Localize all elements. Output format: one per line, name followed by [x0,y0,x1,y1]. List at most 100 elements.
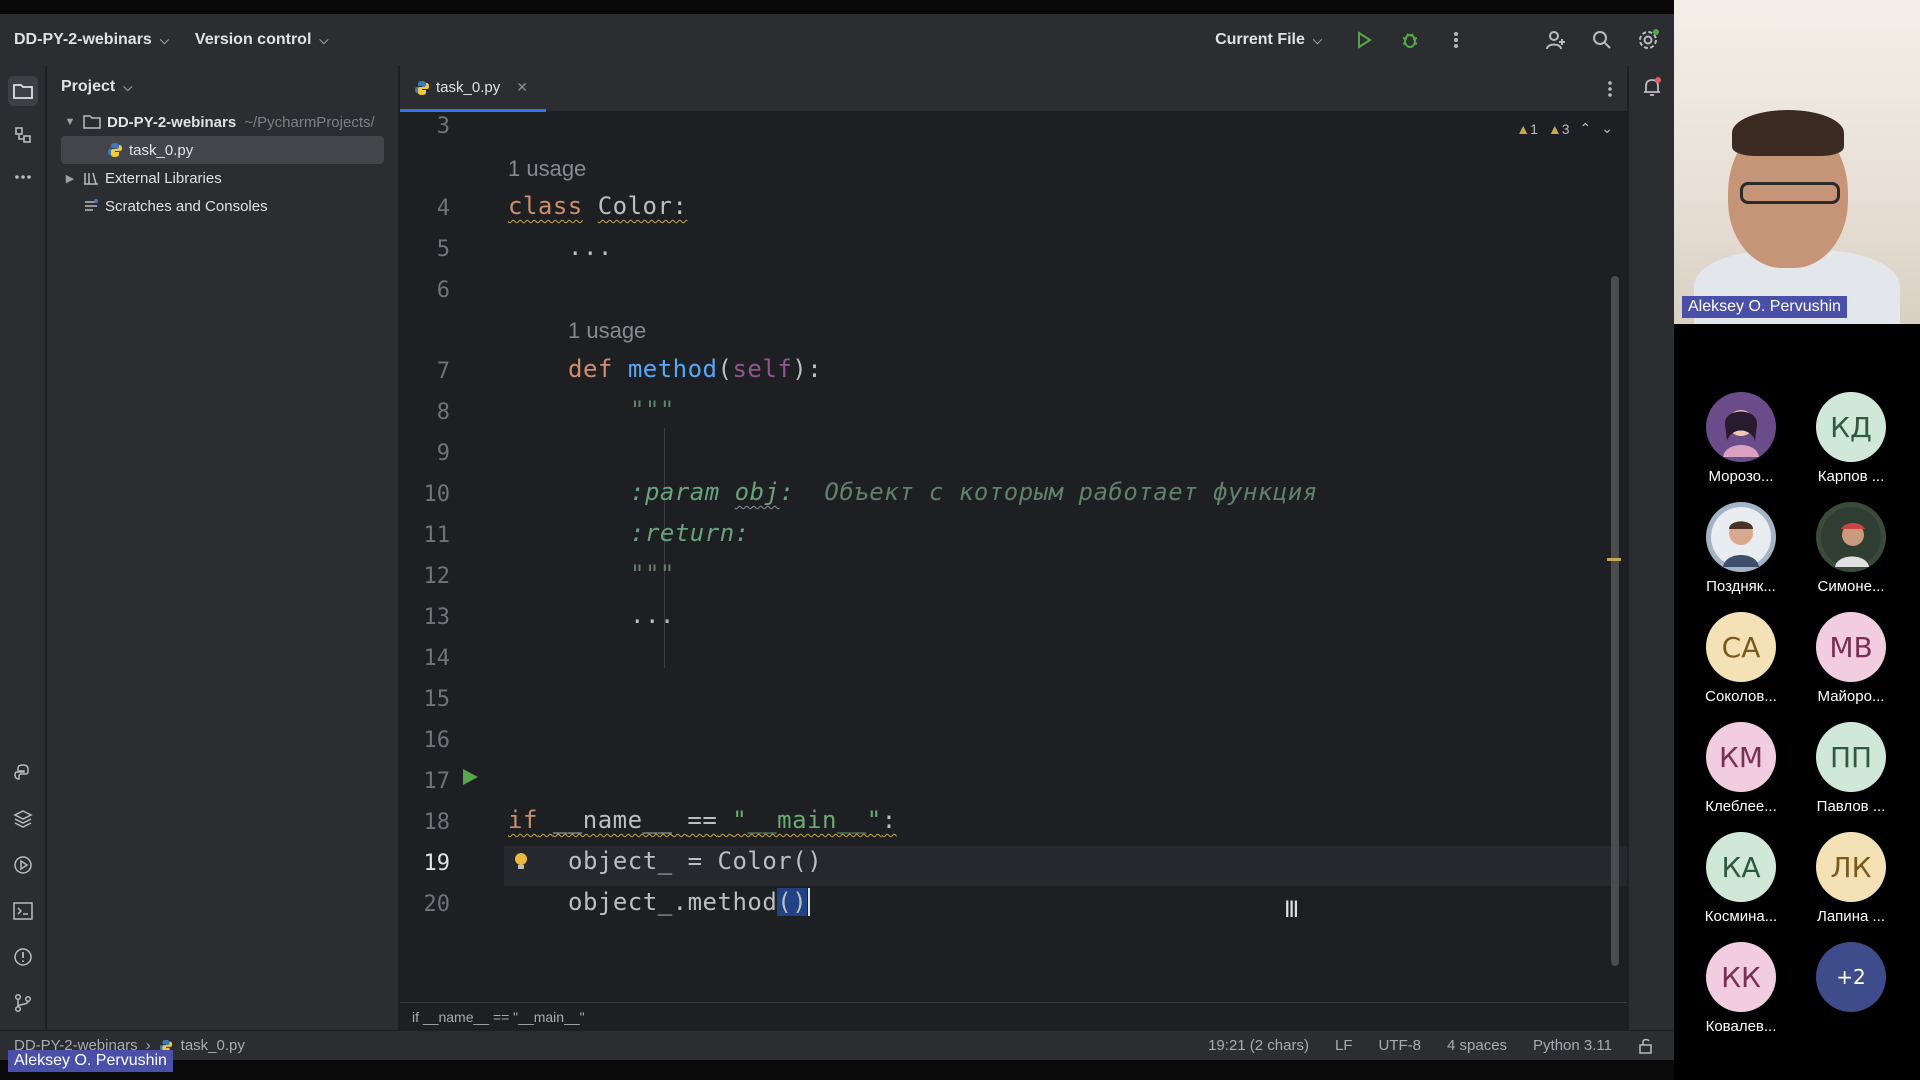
left-tool-strip [0,66,46,1030]
run-button[interactable] [1344,20,1384,60]
participant-tile[interactable]: СА Соколов... [1686,612,1796,705]
usage-hint: 1 usage [508,156,587,181]
run-gutter-button[interactable] [460,767,480,792]
unlock-icon[interactable] [1638,1038,1654,1054]
close-icon[interactable]: ✕ [516,79,528,96]
code-token: obj [734,478,780,506]
problems-indicator[interactable]: ▲1 ▲3 ⌃ ⌄ [1516,120,1613,137]
participant-tile[interactable]: МВ Майоро... [1796,612,1906,705]
warning-count: ▲1 [1516,120,1538,137]
search-button[interactable] [1582,20,1622,60]
code-line-5: ... [568,233,613,261]
vcs-menu[interactable]: Version control ⌵ [195,31,329,49]
avatar-illustration-icon [1723,410,1759,457]
participant-tile[interactable]: ПП Павлов ... [1796,722,1906,815]
file-encoding[interactable]: UTF-8 [1379,1037,1422,1054]
video-call-panel: Aleksey O. Pervushin Морозо... КД Карпов… [1674,0,1920,1080]
avatar: +2 [1816,942,1886,1012]
line-separator[interactable]: LF [1335,1037,1353,1054]
status-file[interactable]: task_0.py [181,1037,245,1054]
problems-button[interactable] [8,942,38,972]
code-area[interactable]: 1 usage class Color: ... 1 usage def met… [504,112,1591,1002]
tab-options-button[interactable] [1607,80,1613,103]
services-button[interactable] [8,850,38,880]
participant-name: Поздняк... [1706,578,1776,595]
avatar: КД [1816,392,1886,462]
terminal-button[interactable] [8,896,38,926]
avatar: МВ [1816,612,1886,682]
participant-name: Морозо... [1708,468,1774,485]
code-line-17: if __name__ == "__main__": [508,806,897,834]
project-tool-button[interactable] [8,76,38,106]
python-packages-button[interactable] [8,804,38,834]
add-user-icon [1546,31,1565,50]
code-line-8: """ [630,396,675,424]
notifications-button[interactable] [1641,76,1663,103]
code-token: Объект с которым работает функция [824,478,1318,506]
participant-tile[interactable]: Поздняк... [1686,502,1796,595]
line-number: 17 [423,769,451,794]
status-bar: DD-PY-2-webinars › task_0.py 19:21 (2 ch… [0,1030,1674,1060]
chevron-down-icon: ▼ [64,116,76,128]
project-panel-header[interactable]: Project ⌵ [47,66,398,108]
presenter-video[interactable]: Aleksey O. Pervushin [1674,0,1920,324]
participant-tile[interactable]: Симоне... [1796,502,1906,595]
tab-label: task_0.py [436,79,501,96]
chevron-up-icon[interactable]: ⌃ [1580,120,1592,137]
avatar: ЛК [1816,832,1886,902]
git-button[interactable] [8,988,38,1018]
debug-button[interactable] [1390,20,1430,60]
structure-tool-button[interactable] [8,120,38,150]
python-console-button[interactable] [8,758,38,788]
indent-setting[interactable]: 4 spaces [1447,1037,1507,1054]
project-switcher[interactable]: DD-PY-2-webinars ⌵ [14,31,169,49]
line-number: 7 [436,359,450,384]
project-switcher-label: DD-PY-2-webinars [14,31,152,48]
tree-file-task0[interactable]: task_0.py [61,136,384,164]
code-token: == [687,806,718,834]
chevron-right-icon: ▶ [65,172,75,185]
participant-tile[interactable]: КА Космина... [1686,832,1796,925]
settings-button[interactable] [1628,20,1668,60]
participant-tile[interactable]: КМ Клеблее... [1686,722,1796,815]
text-caret [808,888,811,916]
participant-tile[interactable]: КК Ковалев... [1686,942,1796,1035]
git-branch-icon [14,993,32,1013]
tab-task0[interactable]: task_0.py ✕ [400,66,546,112]
chevron-down-icon: ⌵ [123,79,133,94]
code-line-7: def method(self): [568,355,822,383]
code-token: __name__ [552,806,673,834]
presenter-name-tag: Aleksey O. Pervushin [8,1050,173,1072]
line-number: 20 [423,892,451,917]
tree-root-folder[interactable]: ▼ DD-PY-2-webinars ~/PycharmProjects/ [47,108,398,136]
line-number: 15 [423,687,451,712]
usage-hint: 1 usage [568,318,647,343]
code-token: self [732,355,793,383]
code-breadcrumb[interactable]: if __name__ == "__main__" [400,1002,1627,1030]
run-config-selector[interactable]: Current File ⌵ [1215,31,1322,49]
more-participants-button[interactable]: +2 [1796,942,1906,1012]
folder-icon [83,115,101,129]
code-token: def [568,355,613,383]
participant-tile[interactable]: КД Карпов ... [1796,392,1906,485]
tree-scratches[interactable]: Scratches and Consoles [47,192,398,220]
avatar: ПП [1816,722,1886,792]
python-interpreter[interactable]: Python 3.11 [1533,1037,1612,1054]
warning-stripe-mark[interactable] [1607,558,1621,561]
caret-position[interactable]: 19:21 (2 chars) [1208,1037,1309,1054]
breadcrumb-item: if __name__ == "__main__" [412,1008,585,1025]
participant-tile[interactable]: ЛК Лапина ... [1796,832,1906,925]
chevron-down-icon: ⌵ [319,32,329,47]
more-tools-button[interactable] [8,162,38,192]
vertical-scrollbar[interactable] [1611,276,1619,966]
chevron-down-icon[interactable]: ⌄ [1601,120,1613,137]
line-number: 10 [423,482,451,507]
participant-tile[interactable]: Морозо... [1686,392,1796,485]
more-actions-button[interactable] [1436,20,1476,60]
tree-external-libraries[interactable]: ▶ External Libraries [47,164,398,192]
indent-guide [664,428,665,668]
avatar: КА [1706,832,1776,902]
presenter-glasses [1740,182,1840,204]
services-icon [14,856,32,874]
code-with-me-button[interactable] [1536,20,1576,60]
